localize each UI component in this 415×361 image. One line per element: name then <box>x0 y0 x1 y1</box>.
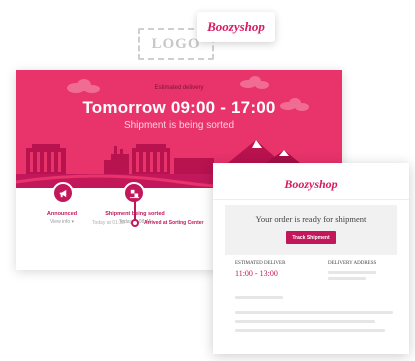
text-line-placeholder <box>235 296 283 299</box>
track-shipment-button[interactable]: Track Shipment <box>286 231 336 244</box>
text-line-placeholder <box>235 320 375 323</box>
timeline-event: Arrived at Sorting Center <box>144 220 204 226</box>
step-announced-title: Announced <box>46 211 78 217</box>
timeline-time: Today at 01:30 <box>92 220 125 226</box>
timeline-line <box>134 199 136 221</box>
email-brand-logo: Boozyshop <box>284 177 338 191</box>
view-info-link[interactable]: View info ▾ <box>30 219 94 225</box>
shipment-status: Shipment is being sorted <box>123 120 235 131</box>
text-line-placeholder <box>235 329 385 332</box>
delivery-time-window: Tomorrow 09:00 - 17:00 <box>82 98 276 117</box>
estimated-delivery-column-label: ESTIMATED DELIVER <box>235 261 286 266</box>
address-line-placeholder <box>328 271 376 274</box>
brand-logo-badge: Boozyshop <box>197 12 275 42</box>
estimated-delivery-label: Estimated delivery <box>154 85 204 91</box>
estimated-delivery-value: 11:00 - 13:00 <box>235 269 278 278</box>
ready-message: Your order is ready for shipment <box>255 214 367 224</box>
ready-box: Your order is ready for shipment Track S… <box>225 205 397 255</box>
email-preview-card: Boozyshop Your order is ready for shipme… <box>213 163 409 354</box>
megaphone-icon <box>52 182 74 204</box>
address-line-placeholder <box>328 277 366 280</box>
delivery-address-column-label: DELIVERY ADDRESS <box>328 261 377 266</box>
email-divider <box>213 199 409 200</box>
text-line-placeholder <box>235 311 393 314</box>
timeline-dot <box>131 219 139 227</box>
